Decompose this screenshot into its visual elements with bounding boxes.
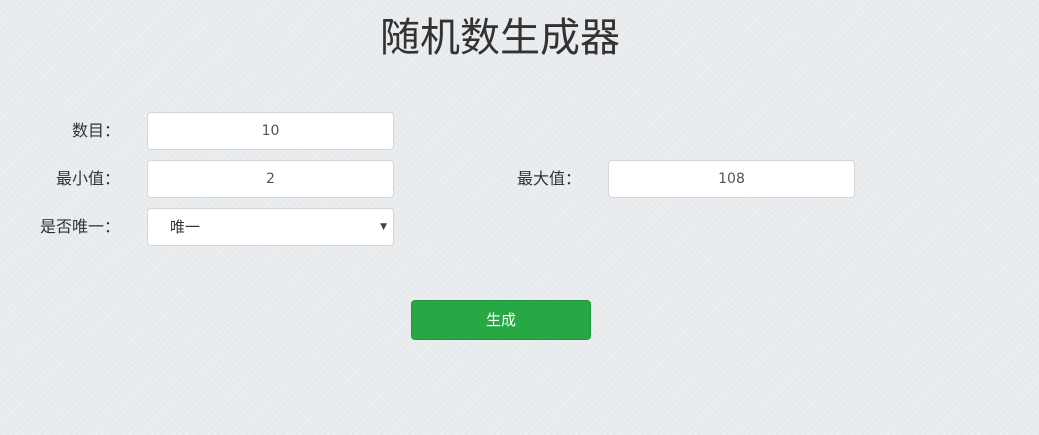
max-label: 最大值： — [516, 169, 581, 188]
dropdown-triangle-icon: ▼ — [380, 222, 387, 232]
unique-label: 是否唯一： — [39, 217, 120, 236]
count-input[interactable] — [147, 112, 394, 150]
min-input[interactable] — [147, 160, 394, 198]
max-input[interactable] — [608, 160, 855, 198]
count-label: 数目： — [71, 121, 120, 140]
unique-select[interactable]: 唯一 ▼ — [147, 208, 394, 246]
unique-select-value: 唯一 — [170, 218, 201, 236]
page-title: 随机数生成器 — [380, 15, 620, 61]
generate-button[interactable]: 生成 — [411, 300, 591, 340]
min-label: 最小值： — [55, 169, 120, 188]
